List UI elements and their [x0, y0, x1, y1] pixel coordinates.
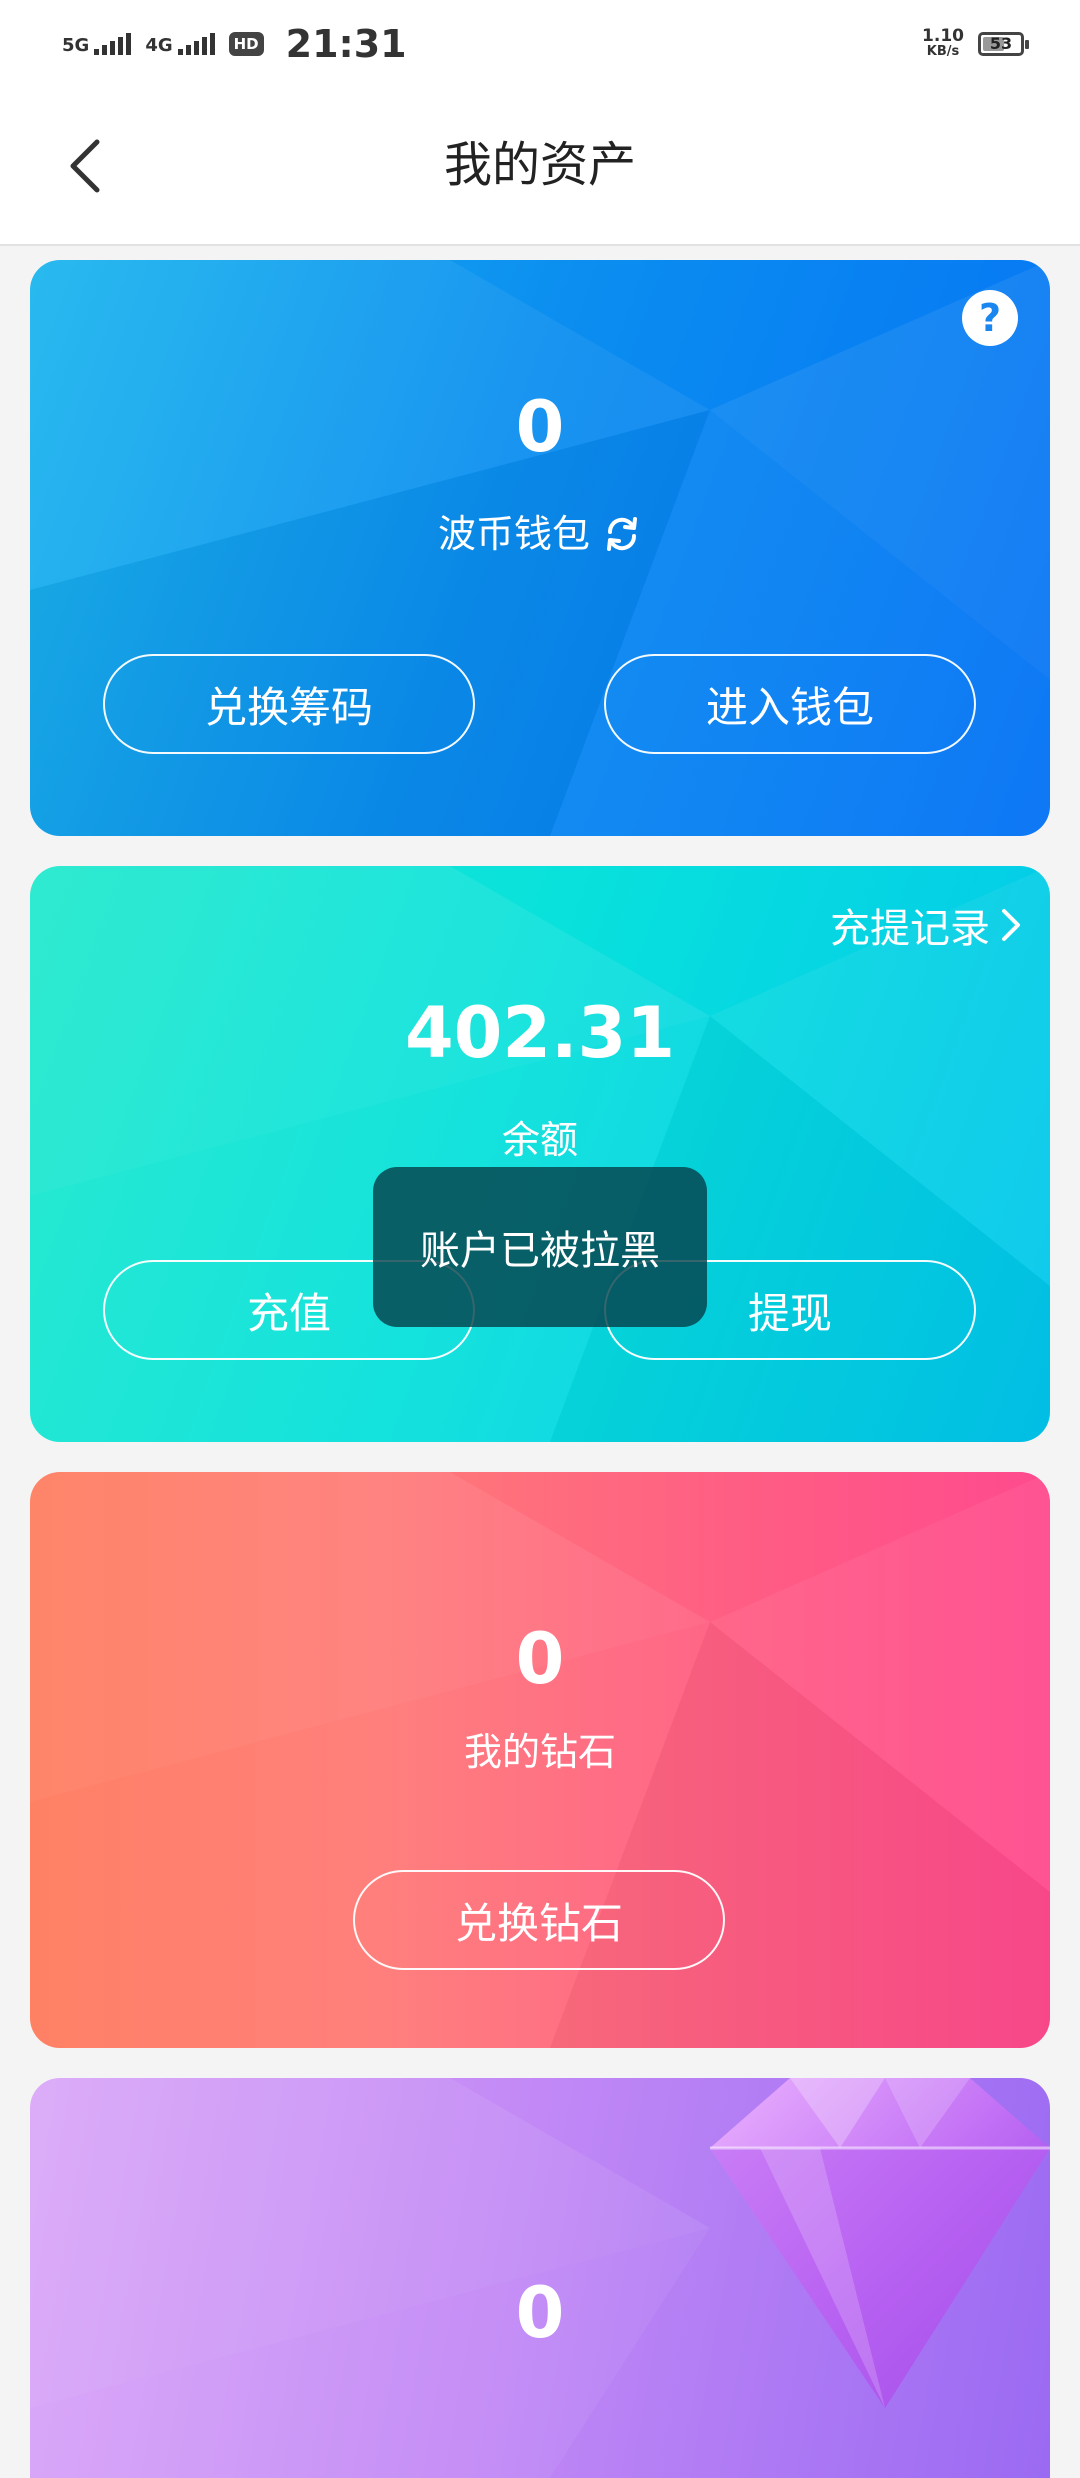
purple-asset-card: 0	[30, 2078, 1050, 2478]
status-clock: 21:31	[285, 22, 407, 66]
network-speed-unit: KB/s	[926, 44, 960, 59]
bocoin-amount: 0	[515, 386, 565, 468]
signal-4g-icon: 4G	[145, 33, 215, 56]
records-link-label: 充提记录	[830, 906, 990, 952]
exchange-diamonds-button[interactable]: 兑换钻石	[353, 1870, 725, 1970]
signal-label: 4G	[145, 35, 173, 56]
refresh-icon[interactable]	[602, 514, 642, 554]
signal-5g-icon: 5G	[62, 33, 132, 56]
diamond-icon	[710, 2078, 1050, 2408]
status-bar-left: 5G 4G HD 21:31	[62, 20, 407, 68]
bocoin-label: 波币钱包	[437, 512, 590, 556]
diamond-card: 0 我的钻石 兑换钻石	[30, 1472, 1050, 2048]
deposit-withdraw-records-link[interactable]: 充提记录	[830, 896, 1022, 954]
header-bar: 我的资产	[0, 86, 1080, 246]
exchange-chips-button[interactable]: 兑换筹码	[103, 654, 475, 754]
toast-message: 账户已被拉黑	[373, 1167, 707, 1327]
signal-label: 5G	[62, 35, 90, 56]
diamond-label: 我的钻石	[463, 1730, 616, 1774]
hd-voice-icon: HD	[228, 32, 264, 56]
balance-amount: 402.31	[404, 992, 676, 1074]
balance-card: 充提记录 402.31 余额 充值 提现	[30, 866, 1050, 1442]
balance-label: 余额	[501, 1118, 578, 1162]
chevron-right-icon	[1002, 909, 1020, 941]
diamond-amount: 0	[515, 1618, 565, 1700]
purple-amount: 0	[515, 2272, 565, 2354]
battery-level: 53	[989, 34, 1013, 53]
status-bar: 5G 4G HD 21:31 1.10 KB/s 53	[0, 0, 1080, 86]
help-button[interactable]: ?	[962, 290, 1018, 346]
bocoin-wallet-card: ? 0 波币钱包 兑换筹码 进入钱包	[30, 260, 1050, 836]
status-bar-right: 1.10 KB/s 53	[922, 24, 1029, 64]
network-speed: 1.10 KB/s	[922, 26, 964, 60]
page-title: 我的资产	[443, 137, 636, 193]
network-speed-value: 1.10	[922, 26, 964, 46]
bocoin-label-row: 波币钱包	[30, 506, 1050, 562]
battery-icon: 53	[978, 32, 1029, 56]
enter-wallet-button[interactable]: 进入钱包	[604, 654, 976, 754]
